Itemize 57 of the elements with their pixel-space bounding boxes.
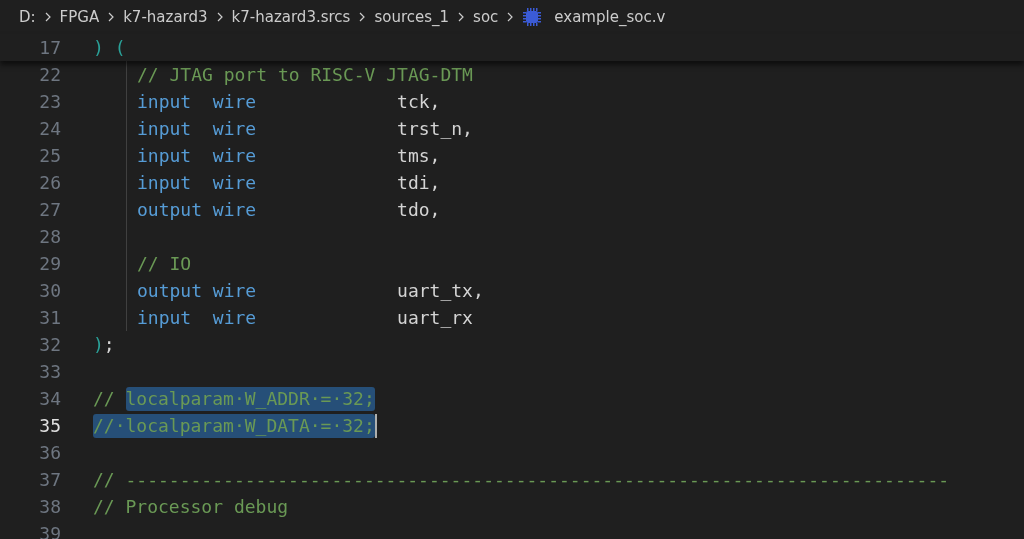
code-text: // JTAG port to RISC-V JTAG-DTM — [137, 62, 473, 87]
code-text: // IO — [137, 251, 192, 276]
code-text: input — [137, 91, 193, 112]
code-text: trst_n, — [397, 116, 473, 141]
breadcrumb-item[interactable]: k7-hazard3.srcs — [231, 8, 351, 26]
code-text: uart_tx, — [397, 278, 484, 303]
line-number: 37 — [38, 469, 61, 490]
code-text: wire — [212, 118, 258, 139]
line-number: 25 — [38, 145, 61, 166]
code-text: // — [93, 386, 116, 411]
breadcrumb-item[interactable]: soc — [473, 8, 499, 26]
line-number: 22 — [38, 64, 61, 85]
code-text: wire — [212, 280, 258, 301]
line-number: 24 — [38, 118, 61, 139]
selected-text: //·localparam·W_DATA·=·32; — [93, 413, 375, 438]
code-text: tck, — [397, 89, 441, 114]
selected-text: localparam·W_ADDR·=·32; — [125, 386, 375, 411]
code-text: wire — [212, 307, 258, 328]
breadcrumb-item[interactable]: k7-hazard3 — [123, 8, 208, 26]
code-text: input — [137, 307, 193, 328]
line-number: 31 — [38, 307, 61, 328]
line-number: 33 — [38, 361, 61, 382]
code-text: wire — [212, 145, 258, 166]
code-text: ) — [93, 332, 104, 357]
code-text: wire — [212, 172, 258, 193]
code-text: tms, — [397, 143, 441, 168]
line-number: 23 — [38, 91, 61, 112]
line-number: 32 — [38, 334, 61, 355]
breadcrumb-item[interactable]: example_soc.v — [554, 8, 666, 26]
line-number: 28 — [38, 226, 61, 247]
code-text: // Processor debug — [93, 494, 289, 519]
code-text: ) ( — [93, 35, 126, 60]
line-number: 30 — [38, 280, 61, 301]
breadcrumb-item[interactable]: FPGA — [59, 8, 100, 26]
line-number: 27 — [38, 199, 61, 220]
breadcrumb-item[interactable]: D: — [19, 8, 36, 26]
line-number: 35 — [38, 415, 61, 436]
line-number: 29 — [38, 253, 61, 274]
code-text: input — [137, 118, 193, 139]
line-number: 36 — [38, 442, 61, 463]
code-text: uart_rx — [397, 305, 473, 330]
code-text: wire — [212, 199, 258, 220]
code-text: tdi, — [397, 170, 441, 195]
code-text: output — [137, 199, 204, 220]
line-number: 38 — [38, 496, 61, 517]
code-text: // ---------------------------------------------------------------------------- — [93, 467, 950, 492]
chip-icon — [522, 7, 543, 27]
code-text: output — [137, 280, 204, 301]
code-text: wire — [212, 91, 258, 112]
code-text: input — [137, 145, 193, 166]
code-text: ; — [103, 332, 115, 357]
line-number: 26 — [38, 172, 61, 193]
line-number: 34 — [38, 388, 61, 409]
code-text: input — [137, 172, 193, 193]
code-text: tdo, — [397, 197, 441, 222]
line-number: 17 — [38, 37, 61, 58]
breadcrumb-item[interactable]: sources_1 — [374, 8, 450, 26]
